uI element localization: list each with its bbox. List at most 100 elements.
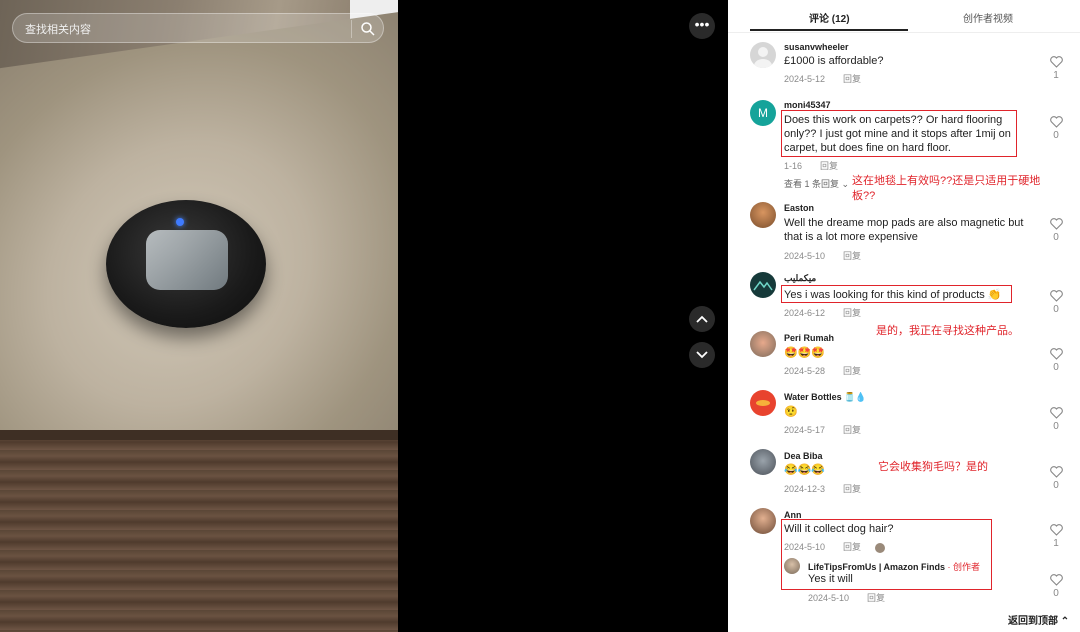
avatar[interactable] bbox=[750, 272, 776, 298]
like-button[interactable]: 0 bbox=[1048, 290, 1064, 315]
view-replies-button[interactable]: 查看 1 条回复 ⌄ bbox=[784, 177, 849, 190]
comment-meta: 2024-5-12 回复 bbox=[784, 72, 861, 85]
more-icon[interactable]: ••• bbox=[689, 13, 715, 39]
mountain-icon bbox=[753, 280, 773, 291]
comment-username[interactable]: ميكمليب bbox=[784, 273, 816, 284]
view-replies-label: 查看 1 条回复 bbox=[784, 179, 840, 189]
annotation-line: 这在地毯上有效吗??还是只适用于硬地 bbox=[852, 175, 1041, 187]
reply-button[interactable]: 回复 bbox=[843, 251, 861, 261]
comment-username[interactable]: Water Bottles 🫙💧 bbox=[784, 392, 867, 403]
tab-comments[interactable]: 评论 (12) bbox=[809, 10, 850, 25]
reply-meta: 2024-5-10 回复 bbox=[808, 591, 885, 604]
tab-underline bbox=[750, 29, 908, 31]
like-button[interactable]: 1 bbox=[1048, 524, 1064, 549]
search-bar[interactable] bbox=[12, 13, 384, 43]
reply-date: 2024-5-10 bbox=[808, 593, 850, 603]
dust-bin bbox=[146, 230, 228, 290]
like-count: 1 bbox=[1053, 538, 1059, 549]
comment-username[interactable]: susanvwheeler bbox=[784, 42, 849, 52]
next-video-button[interactable] bbox=[689, 342, 715, 368]
like-button[interactable]: 0 bbox=[1048, 348, 1064, 373]
comment-meta: 2024-5-28 回复 bbox=[784, 364, 861, 377]
like-count: 0 bbox=[1053, 480, 1059, 491]
heart-icon bbox=[1049, 407, 1063, 419]
chevron-down-icon bbox=[696, 351, 708, 359]
like-count: 1 bbox=[1053, 70, 1059, 81]
like-count: 0 bbox=[1053, 588, 1059, 599]
heart-icon bbox=[1049, 348, 1063, 360]
prev-video-button[interactable] bbox=[689, 306, 715, 332]
like-button[interactable]: 0 bbox=[1048, 407, 1064, 432]
like-button[interactable]: 0 bbox=[1048, 466, 1064, 491]
comment-meta: 2024-5-10 回复 bbox=[784, 249, 861, 262]
comment-date: 2024-12-3 bbox=[784, 484, 826, 494]
heart-icon bbox=[1049, 524, 1063, 536]
search-divider bbox=[351, 20, 352, 38]
reply-button[interactable]: 回复 bbox=[867, 593, 885, 603]
highlight-box bbox=[781, 519, 992, 590]
comment-text: £1000 is affordable? bbox=[784, 55, 884, 67]
comment-meta: 2024-6-12 回复 bbox=[784, 306, 861, 319]
search-icon[interactable] bbox=[360, 21, 376, 37]
comment-username[interactable]: moni45347 bbox=[784, 100, 831, 110]
highlight-box bbox=[781, 110, 1017, 157]
like-count: 0 bbox=[1053, 362, 1059, 373]
reply-button[interactable]: 回复 bbox=[843, 484, 861, 494]
reply-button[interactable]: 回复 bbox=[843, 366, 861, 376]
comment-username[interactable]: Dea Biba bbox=[784, 451, 823, 461]
comment-text: Well the dreame mop pads are also magnet… bbox=[784, 217, 1024, 243]
heart-icon bbox=[1049, 116, 1063, 128]
reply-button[interactable]: 回复 bbox=[843, 74, 861, 84]
search-input[interactable] bbox=[23, 20, 347, 40]
heart-icon bbox=[1049, 56, 1063, 68]
like-count: 0 bbox=[1053, 304, 1059, 315]
reply-button[interactable]: 回复 bbox=[843, 308, 861, 318]
led-indicator bbox=[176, 218, 184, 226]
comment-date: 1-16 bbox=[784, 161, 803, 171]
tab-bar: 评论 (12) 创作者视频 bbox=[728, 0, 1080, 33]
comment-meta: 2024-5-17 回复 bbox=[784, 423, 861, 436]
reply-button[interactable]: 回复 bbox=[843, 425, 861, 435]
default-avatar-icon bbox=[754, 47, 772, 68]
avatar[interactable] bbox=[750, 449, 776, 475]
comment-date: 2024-5-12 bbox=[784, 74, 826, 84]
tab-creator-videos[interactable]: 创作者视频 bbox=[963, 10, 1013, 25]
comment-date: 2024-5-28 bbox=[784, 366, 826, 376]
comment-username[interactable]: Peri Rumah bbox=[784, 333, 834, 343]
heart-icon bbox=[1049, 290, 1063, 302]
comment-meta: 2024-12-3 回复 bbox=[784, 482, 861, 495]
wood-floor bbox=[0, 430, 398, 632]
avatar[interactable] bbox=[750, 331, 776, 357]
avatar[interactable] bbox=[750, 202, 776, 228]
robot-vacuum bbox=[106, 200, 266, 328]
avatar[interactable]: M bbox=[750, 100, 776, 126]
heart-icon bbox=[1049, 218, 1063, 230]
comment-date: 2024-5-17 bbox=[784, 425, 826, 435]
like-button[interactable]: 0 bbox=[1048, 116, 1064, 141]
translation-annotation: 它会收集狗毛吗？是的 bbox=[878, 461, 988, 473]
translation-annotation: 这在地毯上有效吗??还是只适用于硬地 板?? bbox=[852, 174, 1040, 204]
heart-icon bbox=[1049, 466, 1063, 478]
like-button[interactable]: 0 bbox=[1048, 574, 1064, 599]
comment-username[interactable]: Easton bbox=[784, 203, 814, 213]
avatar[interactable] bbox=[750, 508, 776, 534]
avatar[interactable] bbox=[750, 42, 776, 68]
like-button[interactable]: 1 bbox=[1048, 56, 1064, 81]
annotation-line: 板?? bbox=[852, 190, 876, 202]
heart-icon bbox=[1049, 574, 1063, 586]
translation-annotation: 是的，我正在寻找这种产品。 bbox=[876, 325, 1019, 337]
avatar[interactable] bbox=[750, 390, 776, 416]
comment-text: 🤩🤩🤩 bbox=[784, 347, 826, 359]
comment-text: 🤨 bbox=[784, 406, 798, 418]
like-button[interactable]: 0 bbox=[1048, 218, 1064, 243]
comment-date: 2024-5-10 bbox=[784, 251, 826, 261]
back-to-top-button[interactable]: 返回到顶部 ⌃ bbox=[1008, 612, 1069, 627]
reply-button[interactable]: 回复 bbox=[820, 161, 838, 171]
like-count: 0 bbox=[1053, 232, 1059, 243]
like-count: 0 bbox=[1053, 421, 1059, 432]
highlight-box bbox=[781, 285, 1012, 303]
chevron-up-icon bbox=[696, 315, 708, 323]
comment-date: 2024-6-12 bbox=[784, 308, 826, 318]
video-player[interactable] bbox=[0, 0, 398, 632]
like-count: 0 bbox=[1053, 130, 1059, 141]
